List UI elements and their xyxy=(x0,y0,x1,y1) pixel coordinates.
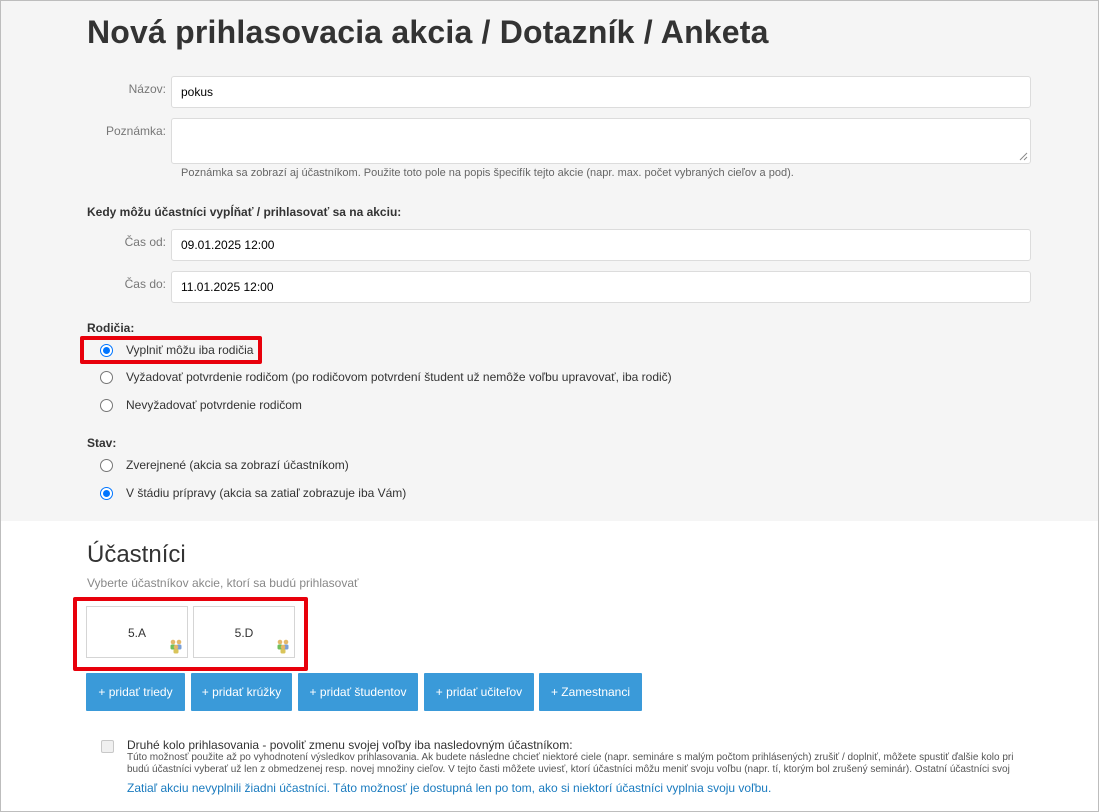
page-title: Nová prihlasovacia akcia / Dotazník / An… xyxy=(87,14,769,50)
second-round-checkbox[interactable] xyxy=(101,740,114,753)
highlight-box xyxy=(80,336,262,364)
note-textarea[interactable] xyxy=(171,118,1031,164)
radio-label: Zverejnené (akcia sa zobrazí účastníkom) xyxy=(126,458,349,472)
to-datetime-input[interactable] xyxy=(171,271,1031,303)
second-round-description: Túto možnosť použite až po vyhodnotení v… xyxy=(127,752,1099,776)
note-label: Poznámka: xyxy=(105,124,166,138)
second-round-title: Druhé kolo prihlasovania - povoliť zmenu… xyxy=(127,738,573,752)
parents-heading: Rodičia: xyxy=(87,321,135,335)
highlight-box xyxy=(73,597,308,671)
second-round-note: Zatiaľ akciu nevyplnili žiadni účastníci… xyxy=(127,781,772,795)
radio-label: Vyžadovať potvrdenie rodičom (po rodičov… xyxy=(126,370,672,384)
note-help-text: Poznámka sa zobrazí aj účastníkom. Použi… xyxy=(181,167,794,179)
radio-label: V štádiu prípravy (akcia sa zatiaľ zobra… xyxy=(126,486,407,500)
status-option-published[interactable]: Zverejnené (akcia sa zobrazí účastníkom) xyxy=(100,456,349,474)
add-teachers-button[interactable]: + pridať učiteľov xyxy=(424,673,534,711)
status-heading: Stav: xyxy=(87,436,117,450)
add-students-button[interactable]: + pridať študentov xyxy=(298,673,418,711)
second-round-desc-line: budú účastníci vyberať už len z obmedzen… xyxy=(127,764,1010,775)
name-label: Názov: xyxy=(128,82,166,96)
add-clubs-button[interactable]: + pridať krúžky xyxy=(191,673,292,711)
second-round-desc-line: Túto možnosť použite až po vyhodnotení v… xyxy=(127,752,1014,763)
radio-button[interactable] xyxy=(100,486,113,500)
add-classes-button[interactable]: + pridať triedy xyxy=(86,673,185,711)
parents-option-no-confirmation[interactable]: Nevyžadovať potvrdenie rodičom xyxy=(100,396,302,414)
from-datetime-input[interactable] xyxy=(171,229,1031,261)
add-employees-button[interactable]: + Zamestnanci xyxy=(539,673,642,711)
radio-button[interactable] xyxy=(100,370,113,384)
parents-option-require-confirmation[interactable]: Vyžadovať potvrdenie rodičom (po rodičov… xyxy=(100,368,672,386)
from-label: Čas od: xyxy=(124,235,166,249)
radio-label: Nevyžadovať potvrdenie rodičom xyxy=(126,398,302,412)
name-input[interactable] xyxy=(171,76,1031,108)
radio-button[interactable] xyxy=(100,458,113,472)
resize-grip-icon[interactable] xyxy=(1018,151,1028,161)
participants-title: Účastníci xyxy=(87,541,186,568)
status-option-draft[interactable]: V štádiu prípravy (akcia sa zatiaľ zobra… xyxy=(100,484,406,502)
to-label: Čas do: xyxy=(124,277,166,291)
participants-subtitle: Vyberte účastníkov akcie, ktorí sa budú … xyxy=(87,576,359,590)
radio-button[interactable] xyxy=(100,398,113,412)
when-heading: Kedy môžu účastníci vypĺňať / prihlasova… xyxy=(87,205,402,219)
